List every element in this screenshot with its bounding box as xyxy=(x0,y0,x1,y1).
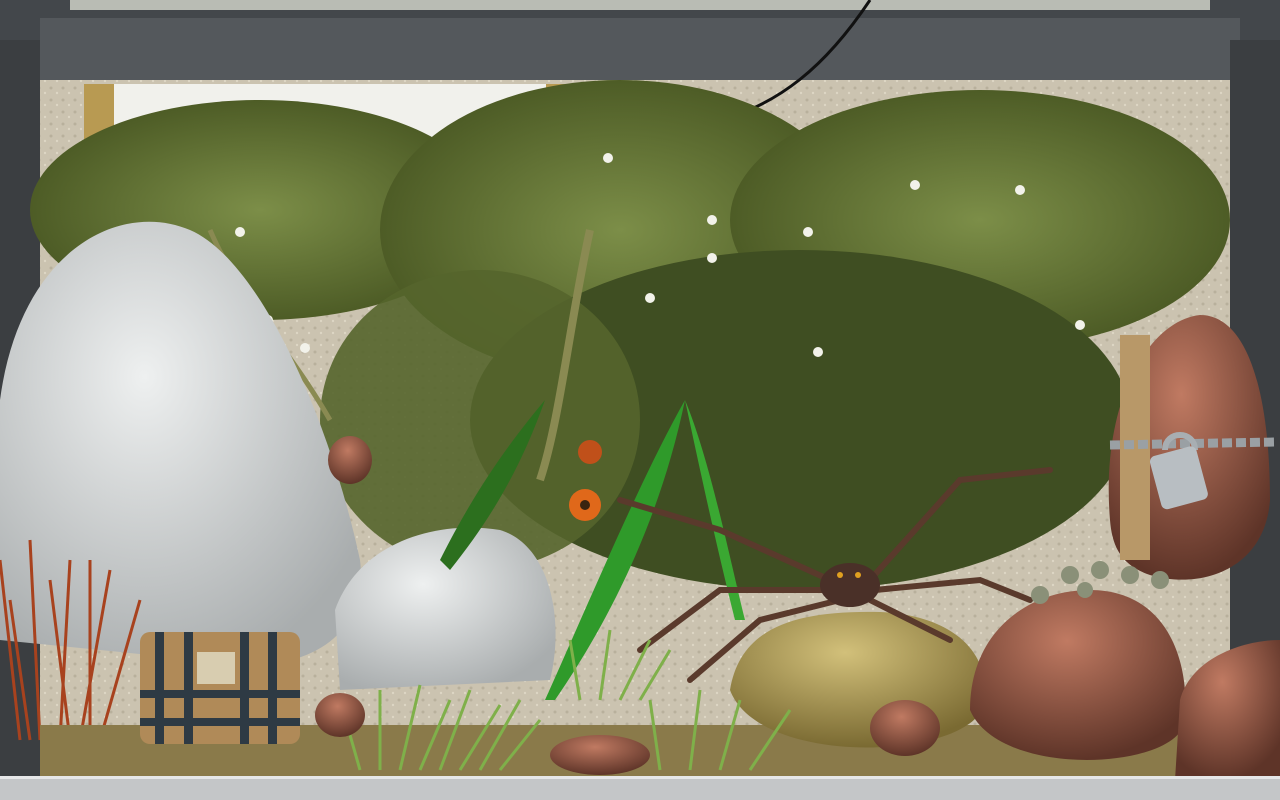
top-glass xyxy=(70,0,1210,10)
chest-ornament xyxy=(197,652,235,684)
yellow-pot xyxy=(730,611,986,748)
scene-canvas xyxy=(0,0,1280,800)
pebble xyxy=(328,436,372,484)
front-rail xyxy=(0,776,1280,800)
terrarium-scene xyxy=(0,0,1280,800)
rail-highlight xyxy=(0,776,1280,779)
treasure-chest[interactable] xyxy=(140,632,300,744)
top-rail xyxy=(40,18,1240,80)
